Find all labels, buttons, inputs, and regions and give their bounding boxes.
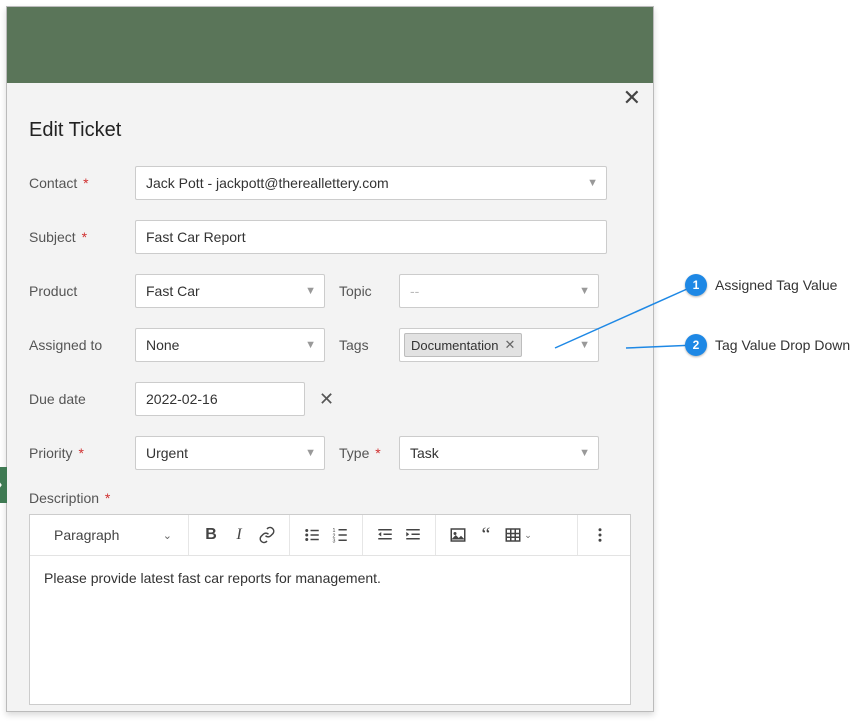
annotation-bubble: 1 (685, 274, 707, 296)
format-select-value: Paragraph (54, 527, 119, 543)
bullet-list-icon[interactable] (298, 521, 326, 549)
numbered-list-icon[interactable]: 123 (326, 521, 354, 549)
priority-select[interactable]: Urgent ▼ (135, 436, 325, 470)
more-icon[interactable] (586, 521, 614, 549)
tags-label: Tags (339, 337, 369, 353)
product-value: Fast Car (146, 283, 200, 299)
required-marker: * (78, 229, 87, 245)
required-marker: * (371, 445, 380, 461)
contact-label: Contact (29, 175, 77, 191)
tag-remove-icon[interactable]: ✕ (504, 337, 515, 353)
annotation-bubble: 2 (685, 334, 707, 356)
editor-body[interactable]: Please provide latest fast car reports f… (30, 556, 630, 704)
tag-chip: Documentation ✕ (404, 333, 522, 357)
required-marker: * (75, 445, 84, 461)
rich-text-editor: Paragraph ⌄ B I 123 (29, 514, 631, 705)
assigned-select[interactable]: None ▼ (135, 328, 325, 362)
topic-select[interactable]: -- ▼ (399, 274, 599, 308)
bold-icon[interactable]: B (197, 521, 225, 549)
image-icon[interactable] (444, 521, 472, 549)
link-icon[interactable] (253, 521, 281, 549)
italic-icon[interactable]: I (225, 521, 253, 549)
indent-icon[interactable] (399, 521, 427, 549)
chevron-down-icon: ⌄ (163, 529, 172, 542)
close-icon[interactable]: ✕ (617, 79, 647, 117)
contact-value: Jack Pott - jackpott@thereallettery.com (146, 175, 389, 191)
description-label: Description (29, 490, 99, 506)
annotation-1: 1 Assigned Tag Value (685, 274, 837, 296)
priority-label: Priority (29, 445, 73, 461)
edit-ticket-window: ✕ Edit Ticket Contact * Jack Pott - jack… (6, 6, 654, 712)
type-select[interactable]: Task ▼ (399, 436, 599, 470)
topic-label: Topic (339, 283, 372, 299)
due-date-clear-icon[interactable]: ✕ (315, 385, 338, 414)
topic-value: -- (410, 283, 419, 299)
chevron-down-icon: ▼ (305, 285, 316, 297)
table-icon[interactable]: ⌄ (500, 521, 536, 549)
editor-toolbar: Paragraph ⌄ B I 123 (30, 515, 630, 556)
type-value: Task (410, 445, 439, 461)
annotation-text: Assigned Tag Value (715, 277, 837, 293)
subject-label: Subject (29, 229, 76, 245)
assigned-value: None (146, 337, 179, 353)
chevron-down-icon: ▼ (305, 447, 316, 459)
page-title: Edit Ticket (29, 119, 631, 142)
subject-value: Fast Car Report (146, 229, 246, 245)
annotation-2: 2 Tag Value Drop Down (685, 334, 850, 356)
subject-input[interactable]: Fast Car Report (135, 220, 607, 254)
svg-text:3: 3 (333, 539, 336, 545)
outdent-icon[interactable] (371, 521, 399, 549)
annotation-text: Tag Value Drop Down (715, 337, 850, 353)
side-handle[interactable] (0, 467, 7, 503)
tags-select[interactable]: Documentation ✕ ▼ (399, 328, 599, 362)
type-label: Type (339, 445, 369, 461)
chevron-down-icon: ▼ (305, 339, 316, 351)
tag-chip-label: Documentation (411, 338, 498, 353)
chevron-down-icon: ▼ (579, 339, 590, 351)
required-marker: * (101, 490, 110, 506)
contact-select[interactable]: Jack Pott - jackpott@thereallettery.com … (135, 166, 607, 200)
chevron-down-icon: ▼ (587, 177, 598, 189)
due-date-input[interactable]: 2022-02-16 (135, 382, 305, 416)
required-marker: * (79, 175, 88, 191)
assigned-label: Assigned to (29, 337, 102, 353)
chevron-down-icon: ▼ (579, 447, 590, 459)
chevron-down-icon: ▼ (579, 285, 590, 297)
format-select[interactable]: Paragraph ⌄ (46, 521, 180, 549)
product-label: Product (29, 283, 77, 299)
blockquote-icon[interactable]: “ (472, 521, 500, 549)
due-value: 2022-02-16 (146, 391, 218, 407)
product-select[interactable]: Fast Car ▼ (135, 274, 325, 308)
header-band (7, 7, 653, 83)
due-label: Due date (29, 391, 86, 407)
priority-value: Urgent (146, 445, 188, 461)
